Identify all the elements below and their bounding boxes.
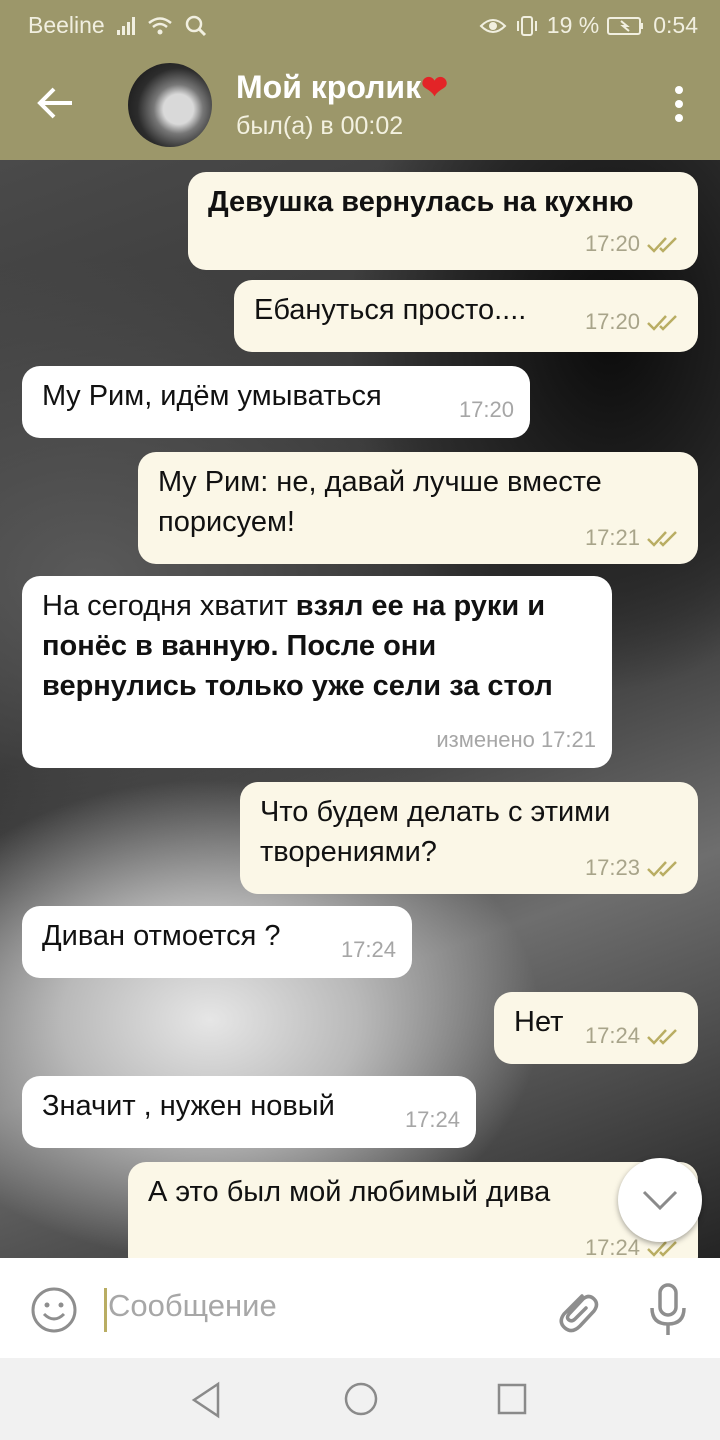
battery-icon (607, 16, 644, 35)
carrier-label: Beeline (28, 12, 105, 38)
double-check-icon (647, 861, 677, 877)
system-nav-bar (0, 1358, 720, 1440)
message-bubble[interactable]: Девушка вернулась на кухню 17:20 (188, 172, 698, 270)
scroll-down-button[interactable] (618, 1158, 702, 1242)
message-time: 17:24 (584, 1235, 640, 1258)
message-bubble[interactable]: Нет 17:24 (494, 992, 698, 1064)
last-seen-status: был(а) в 00:02 (236, 112, 404, 140)
message-composer: Сообщение (0, 1258, 720, 1358)
message-text: Диван отмоется ? (42, 920, 281, 952)
message-time: изменено 17:21 (436, 727, 596, 752)
message-time: 17:20 (584, 309, 640, 334)
message-bubble[interactable]: На сегодня хватит взял ее на руки и понё… (22, 576, 612, 768)
signal-icon (116, 16, 135, 35)
message-bubble[interactable]: My Рим, идём умываться 17:20 (22, 366, 530, 438)
paperclip-icon[interactable] (552, 1284, 600, 1336)
nav-recent-apps-icon[interactable] (496, 1382, 528, 1416)
avatar[interactable] (128, 63, 212, 147)
message-bubble[interactable]: Диван отмоется ? 17:24 (22, 906, 412, 978)
eye-icon (479, 18, 507, 33)
chat-header: Мой кролик❤ был(а) в 00:02 (0, 48, 720, 160)
nav-back-icon[interactable] (188, 1380, 224, 1420)
vibrate-icon (516, 15, 537, 36)
message-time: 17:23 (584, 855, 640, 880)
double-check-icon (647, 237, 677, 253)
message-text: Девушка вернулась на кухню (208, 186, 634, 218)
microphone-icon[interactable] (646, 1282, 690, 1338)
double-check-icon (647, 315, 677, 331)
message-bubble[interactable]: Что будем делать с этими творениями? 17:… (240, 782, 698, 894)
text-cursor (104, 1288, 107, 1332)
nav-home-icon[interactable] (342, 1380, 380, 1418)
message-time: 17:21 (584, 525, 640, 550)
more-vert-icon[interactable] (674, 86, 684, 122)
double-check-icon (647, 1029, 677, 1045)
message-time: 17:24 (584, 1023, 640, 1048)
heart-emoji: ❤ (421, 69, 448, 105)
clock: 0:54 (653, 12, 698, 38)
message-time: 17:20 (458, 397, 514, 422)
arrow-left-icon[interactable] (30, 78, 80, 128)
message-time: 17:20 (584, 231, 640, 256)
message-bubble[interactable]: Значит , нужен новый 17:24 (22, 1076, 476, 1148)
wifi-icon (147, 16, 172, 34)
message-bubble[interactable]: А это был мой любимый дива 17:24 (128, 1162, 698, 1258)
message-text: А это был мой любимый дива (148, 1176, 551, 1208)
chevron-down-icon (642, 1190, 678, 1211)
search-icon (185, 15, 206, 36)
status-bar: Beeline 19 % 0:54 (0, 0, 720, 48)
message-text: Значит , нужен новый (42, 1090, 335, 1122)
double-check-icon (647, 531, 677, 547)
message-time: 17:24 (404, 1107, 460, 1132)
message-time: 17:24 (340, 937, 396, 962)
message-bubble[interactable]: Ебануться просто.... 17:20 (234, 280, 698, 352)
smiley-icon[interactable] (30, 1286, 78, 1334)
contact-name[interactable]: Мой кролик❤ (236, 68, 448, 106)
message-input[interactable]: Сообщение (108, 1288, 277, 1324)
message-text: My Рим, идём умываться (42, 380, 382, 412)
message-text: На сегодня хватит взял ее на руки и понё… (42, 590, 553, 702)
message-list[interactable]: Девушка вернулась на кухню 17:20 Ебануть… (0, 160, 720, 1258)
battery-percent: 19 % (546, 12, 600, 38)
message-bubble[interactable]: My Рим: не, давай лучше вместе порисуем!… (138, 452, 698, 564)
